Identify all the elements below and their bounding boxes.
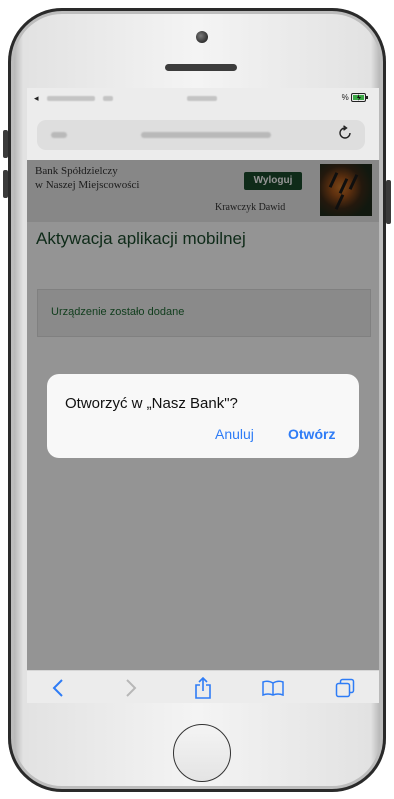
battery-icon — [351, 93, 368, 103]
book-icon[interactable] — [253, 671, 293, 703]
battery-indicator: % — [341, 93, 369, 103]
text-size-button[interactable] — [51, 132, 67, 138]
home-button[interactable] — [173, 724, 231, 782]
clock-text — [187, 96, 217, 101]
volume-button — [3, 170, 8, 198]
location-arrow-icon: ◂ — [34, 93, 39, 103]
open-button[interactable]: Otwórz — [288, 426, 335, 442]
phone-screen: ◂ % Bank Spółdzielczy w Naszej Miejscowo… — [27, 88, 379, 703]
chevron-right-icon[interactable] — [111, 671, 151, 703]
earpiece-speaker — [165, 64, 237, 71]
dialog-title: Otworzyć w „Nasz Bank"? — [65, 395, 238, 412]
safari-toolbar — [27, 670, 379, 703]
carrier-text — [47, 96, 95, 101]
power-button — [386, 180, 391, 224]
url-text — [141, 132, 271, 138]
address-bar-container — [27, 110, 379, 160]
battery-percent: % — [341, 93, 349, 102]
address-bar[interactable] — [37, 120, 365, 150]
open-in-app-dialog: Otworzyć w „Nasz Bank"? Anuluj Otwórz — [47, 374, 359, 458]
cancel-button[interactable]: Anuluj — [215, 426, 254, 442]
status-bar: ◂ % — [27, 88, 379, 110]
front-camera — [196, 31, 208, 43]
volume-button — [3, 130, 8, 158]
chevron-left-icon[interactable] — [38, 671, 78, 703]
reload-icon[interactable] — [337, 125, 353, 146]
share-icon[interactable] — [183, 671, 223, 703]
network-text — [103, 96, 113, 101]
tabs-icon[interactable] — [325, 671, 365, 703]
